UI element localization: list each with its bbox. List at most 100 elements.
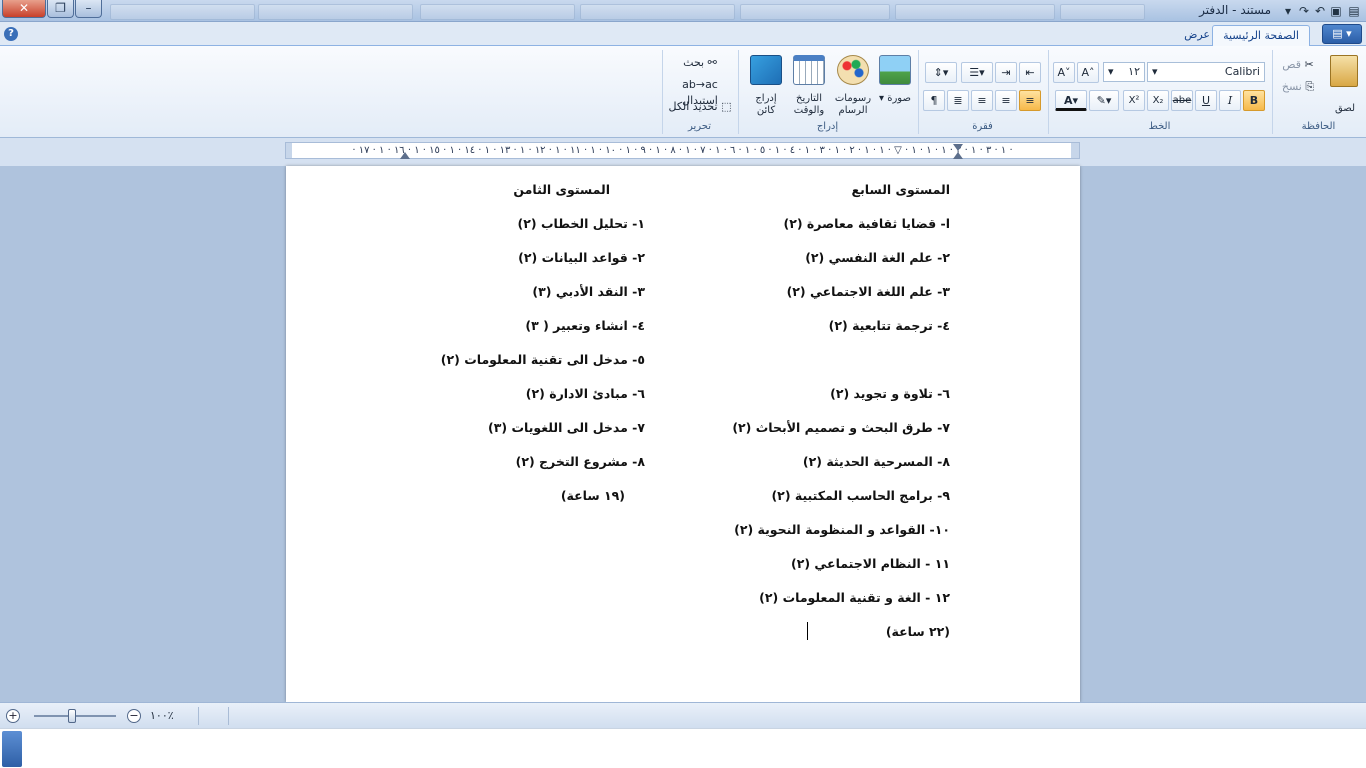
status-divider bbox=[228, 707, 229, 725]
indent-increase-icon: ⇤ bbox=[1025, 66, 1035, 79]
course-line: ٤- انشاء وتعبير ( ٣) bbox=[525, 318, 645, 333]
close-button[interactable]: ✕ bbox=[2, 0, 46, 18]
align-right-icon: ≡ bbox=[1025, 94, 1035, 107]
font-size-select[interactable]: ▾ ١٢ bbox=[1103, 62, 1145, 82]
course-line: ١٠- القواعد و المنظومة النحوية (٢) bbox=[734, 522, 950, 537]
find-button[interactable]: ⚯ بحث bbox=[667, 54, 733, 72]
align-left-button[interactable]: ≡ bbox=[971, 90, 993, 111]
hanging-indent-marker[interactable] bbox=[953, 152, 963, 159]
save-icon[interactable]: ▣ bbox=[1328, 3, 1344, 19]
clipboard-group-label: الحافظة bbox=[1301, 121, 1336, 132]
taskbar-window-thumb[interactable] bbox=[258, 4, 413, 20]
clipboard-group: لصق ✂ قص ⎘ نسخ الحافظة bbox=[1272, 50, 1364, 134]
total-hours-line: (١٩ ساعة) bbox=[560, 488, 625, 503]
course-line: ٧- مدخل الى اللغويات (٣) bbox=[488, 420, 645, 435]
paragraph-dialog-button[interactable]: ¶ bbox=[923, 90, 945, 111]
qat-dropdown-icon[interactable]: ▾ bbox=[1280, 3, 1296, 19]
insert-object-label: إدراج كائن bbox=[755, 93, 777, 116]
course-line: ٨- المسرحية الحديثة (٢) bbox=[802, 454, 950, 469]
select-all-button[interactable]: ⬚ تحديد الكل bbox=[667, 98, 733, 116]
font-grow-icon: A˄ bbox=[1081, 66, 1095, 79]
superscript-button[interactable]: X² bbox=[1123, 90, 1145, 111]
zoom-out-button[interactable]: − bbox=[127, 709, 141, 723]
tab-home[interactable]: الصفحة الرئيسية bbox=[1212, 25, 1310, 46]
palette-icon bbox=[837, 55, 869, 85]
course-line: ١١ - النظام الاجتماعي (٢) bbox=[790, 556, 950, 571]
align-center-button[interactable]: ≡ bbox=[995, 90, 1017, 111]
taskbar-window-thumb[interactable] bbox=[740, 4, 890, 20]
app-menu-button[interactable]: ▤ ▾ bbox=[1322, 24, 1362, 44]
redo-icon[interactable]: ↷ bbox=[1296, 3, 1312, 19]
course-line: ٦- تلاوة و تجويد (٢) bbox=[830, 386, 950, 401]
paint-drawing-button[interactable]: رسومات الرسام bbox=[831, 52, 873, 116]
binoculars-icon: ⚯ bbox=[707, 56, 717, 69]
line-spacing-button[interactable]: ⇕▾ bbox=[925, 62, 957, 83]
text-caret bbox=[807, 622, 808, 640]
cut-label: قص bbox=[1282, 58, 1301, 71]
font-family-select[interactable]: ▾ Calibri bbox=[1147, 62, 1265, 82]
course-line: ٧- طرق البحث و تصميم الأبحاث (٢) bbox=[732, 420, 950, 435]
copy-icon: ⎘ bbox=[1305, 80, 1315, 93]
subscript-button[interactable]: X₂ bbox=[1147, 90, 1169, 111]
zoom-slider-thumb[interactable] bbox=[68, 709, 76, 723]
help-icon[interactable]: ? bbox=[4, 27, 18, 41]
italic-button[interactable]: I bbox=[1219, 90, 1241, 111]
insert-object-button[interactable]: إدراج كائن bbox=[745, 52, 785, 116]
course-line: ا- قضايا ثقافية معاصرة (٢) bbox=[783, 216, 950, 231]
bold-button[interactable]: B bbox=[1243, 90, 1265, 111]
underline-button[interactable]: U bbox=[1195, 90, 1217, 111]
increase-indent-button[interactable]: ⇤ bbox=[1019, 62, 1041, 83]
highlight-button[interactable]: ✎▾ bbox=[1089, 90, 1119, 111]
object-icon bbox=[750, 55, 782, 85]
course-line: ٩- برامج الحاسب المكتبية (٢) bbox=[771, 488, 950, 503]
indent-decrease-icon: ⇥ bbox=[1001, 66, 1011, 79]
replace-button[interactable]: ab→ac استبدال bbox=[667, 76, 733, 107]
paste-button[interactable]: لصق bbox=[1325, 52, 1363, 114]
ruler-margin-right bbox=[1071, 143, 1079, 158]
date-time-button[interactable]: التاريخ والوقت bbox=[787, 52, 829, 116]
font-size-value: ١٢ bbox=[1128, 65, 1140, 78]
minimize-button[interactable]: – bbox=[75, 0, 102, 18]
document-page[interactable]: المستوى السابع ا- قضايا ثقافية معاصرة (٢… bbox=[286, 166, 1080, 702]
paste-label: لصق bbox=[1334, 103, 1356, 114]
paragraph-group-label: فقرة bbox=[972, 121, 993, 132]
zoom-in-button[interactable]: + bbox=[6, 709, 20, 723]
taskbar-window-thumb[interactable] bbox=[580, 4, 735, 20]
copy-button[interactable]: ⎘ نسخ bbox=[1277, 78, 1319, 96]
taskbar-window-thumb[interactable] bbox=[420, 4, 575, 20]
column-heading: المستوى الثامن bbox=[513, 182, 610, 197]
undo-icon[interactable]: ↶ bbox=[1312, 3, 1328, 19]
select-all-icon: ⬚ bbox=[721, 100, 732, 113]
grow-font-button[interactable]: A˄ bbox=[1077, 62, 1099, 83]
date-time-label: التاريخ والوقت bbox=[793, 93, 825, 116]
bullets-button[interactable]: ☰▾ bbox=[961, 62, 993, 83]
cut-button[interactable]: ✂ قص bbox=[1277, 56, 1319, 74]
taskbar-window-thumb[interactable] bbox=[1060, 4, 1145, 20]
decrease-indent-button[interactable]: ⇥ bbox=[995, 62, 1017, 83]
document-area: المستوى السابع ا- قضايا ثقافية معاصرة (٢… bbox=[0, 166, 1366, 702]
font-family-value: Calibri bbox=[1224, 65, 1260, 78]
shrink-font-button[interactable]: A˅ bbox=[1053, 62, 1075, 83]
taskbar-window-thumb[interactable] bbox=[895, 4, 1055, 20]
first-line-indent-marker[interactable] bbox=[953, 144, 963, 151]
font-color-icon: A bbox=[1063, 94, 1073, 107]
font-color-button[interactable]: A▾ bbox=[1055, 90, 1087, 111]
picture-button[interactable]: صورة ▾ bbox=[875, 52, 913, 116]
tab-view[interactable]: عرض bbox=[1174, 25, 1220, 46]
right-indent-marker[interactable] bbox=[400, 152, 410, 159]
taskbar-window-thumb[interactable] bbox=[110, 4, 255, 20]
align-center-icon: ≡ bbox=[1001, 94, 1011, 107]
plus-icon: + bbox=[8, 709, 18, 722]
total-hours-line: (٢٢ ساعة) bbox=[885, 624, 950, 639]
picture-icon bbox=[879, 55, 911, 85]
column-heading: المستوى السابع bbox=[851, 182, 950, 197]
line-spacing-icon: ⇕▾ bbox=[933, 66, 949, 79]
restore-button[interactable]: ❐ bbox=[47, 0, 74, 18]
taskbar-button[interactable] bbox=[2, 731, 22, 767]
align-right-button[interactable]: ≡ bbox=[1019, 90, 1041, 111]
paragraph-group: ⇤ ⇥ ☰▾ ⇕▾ ≡ ≡ ≡ ≣ ¶ فقرة bbox=[918, 50, 1046, 134]
calendar-clock-icon bbox=[793, 55, 825, 85]
strikethrough-button[interactable]: abe bbox=[1171, 90, 1193, 111]
copy-label: نسخ bbox=[1281, 80, 1302, 93]
justify-button[interactable]: ≣ bbox=[947, 90, 969, 111]
